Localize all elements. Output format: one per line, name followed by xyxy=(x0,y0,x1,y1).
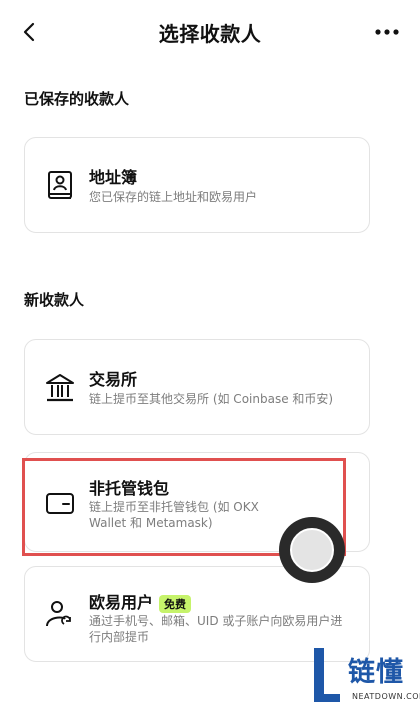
saved-recipients-heading: 已保存的收款人 xyxy=(24,90,130,108)
page-title: 选择收款人 xyxy=(158,22,262,46)
exchange-title: 交易所 xyxy=(89,370,138,389)
top-bar: 选择收款人 xyxy=(0,0,420,64)
okx-user-title: 欧易用户 免费 xyxy=(89,589,192,613)
touch-indicator xyxy=(279,517,345,583)
address-book-icon xyxy=(43,169,77,203)
user-transfer-icon xyxy=(43,597,77,631)
watermark-site: NEATDOWN.COM xyxy=(352,692,420,701)
watermark: 链懂 NEATDOWN.COM xyxy=(306,640,420,713)
address-book-desc: 您已保存的链上地址和欧易用户 xyxy=(89,190,258,204)
free-badge: 免费 xyxy=(159,594,192,613)
bank-icon xyxy=(43,371,77,405)
address-book-card[interactable]: 地址簿 您已保存的链上地址和欧易用户 xyxy=(24,137,370,233)
watermark-logo xyxy=(310,644,344,706)
touch-indicator-inner xyxy=(290,528,334,572)
exchange-desc: 链上提币至其他交易所 (如 Coinbase 和币安) xyxy=(89,392,334,406)
okx-user-title-text: 欧易用户 xyxy=(89,593,154,612)
more-options-icon[interactable] xyxy=(374,22,400,42)
exchange-card[interactable]: 交易所 链上提币至其他交易所 (如 Coinbase 和币安) xyxy=(24,339,370,435)
new-recipients-heading: 新收款人 xyxy=(24,291,85,309)
watermark-brand: 链懂 xyxy=(348,657,404,688)
address-book-title: 地址簿 xyxy=(89,168,138,187)
